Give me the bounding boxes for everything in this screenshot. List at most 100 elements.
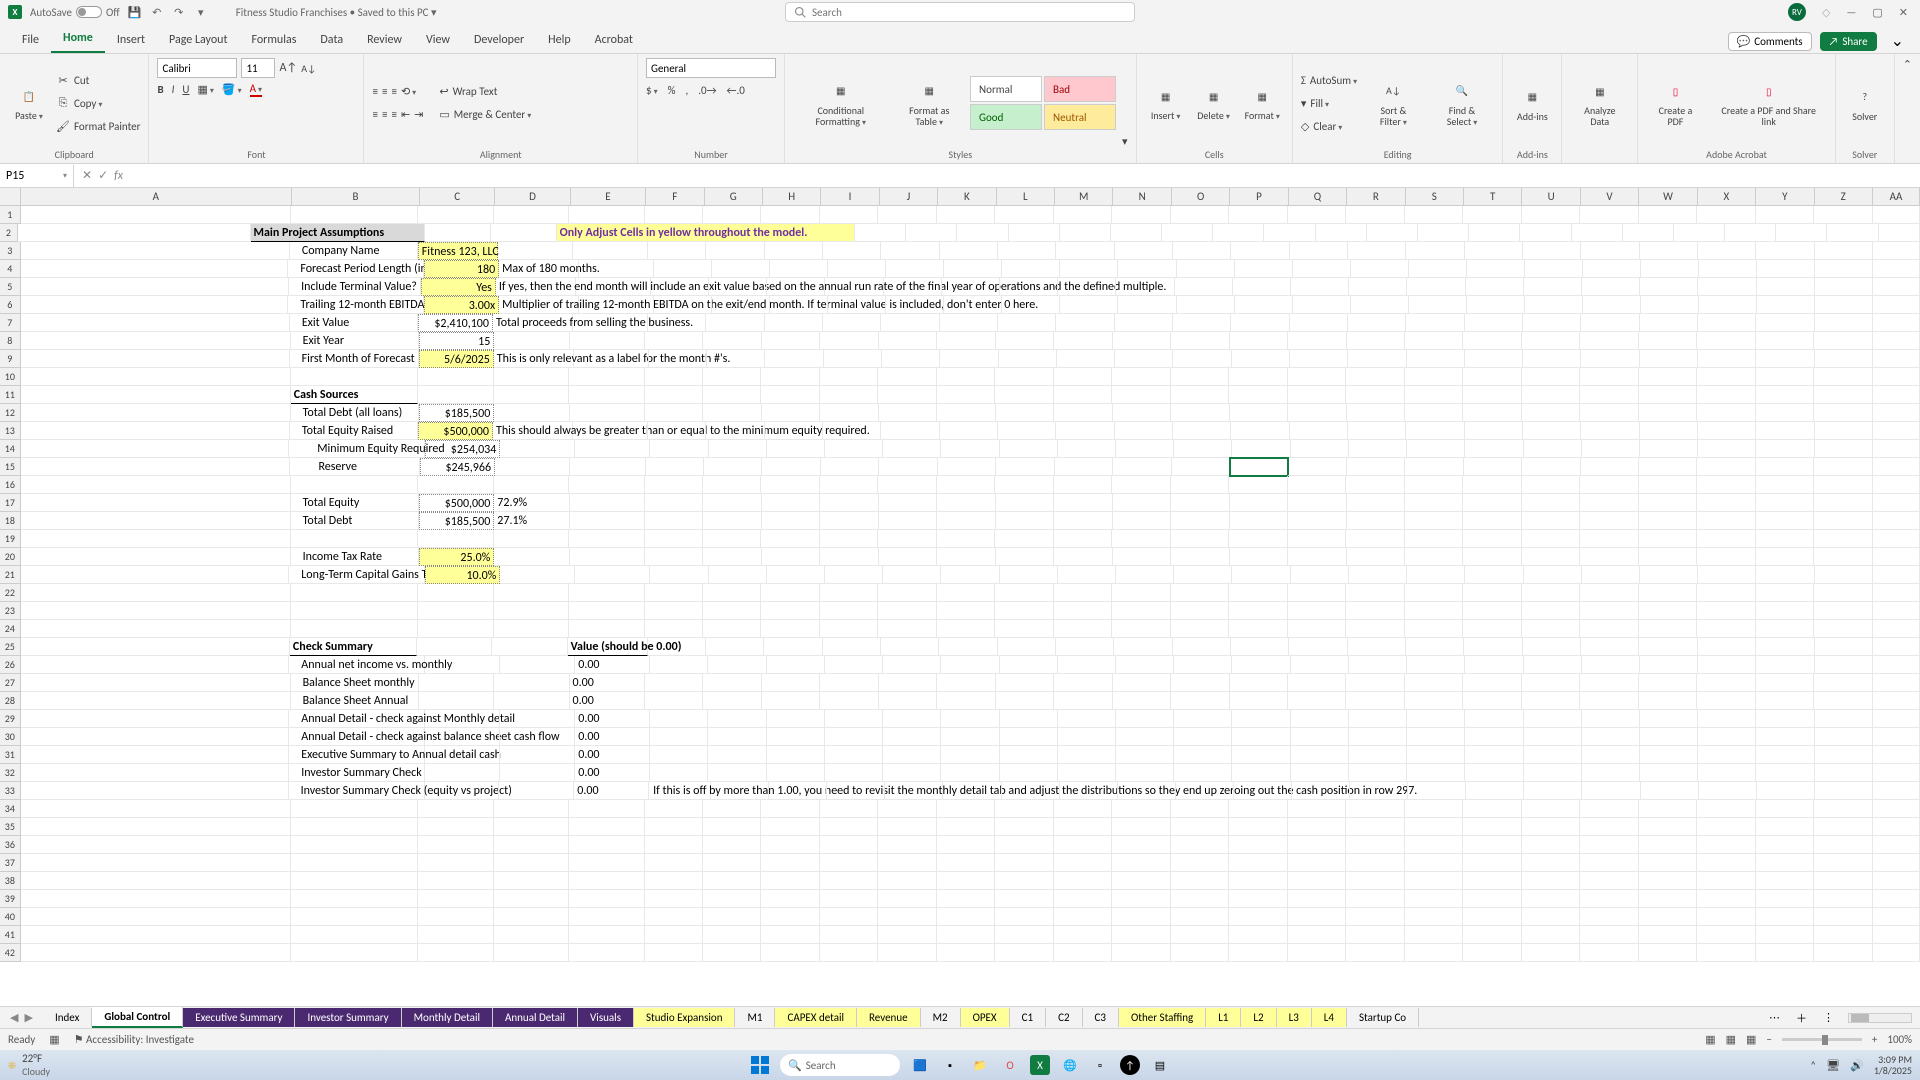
cell-H27[interactable] xyxy=(762,674,820,692)
sheet-tabs-divider[interactable]: ⋮ xyxy=(1817,1011,1840,1024)
cell-C39[interactable] xyxy=(418,890,493,908)
cell-L11[interactable] xyxy=(995,386,1053,404)
align-middle-icon[interactable]: ≡ xyxy=(382,85,387,98)
cell-W13[interactable] xyxy=(1640,422,1698,440)
cell-N36[interactable] xyxy=(1112,836,1170,854)
cell-Y12[interactable] xyxy=(1756,404,1814,422)
cell-X15[interactable] xyxy=(1697,458,1755,476)
cell-T20[interactable] xyxy=(1463,548,1521,566)
zoom-slider[interactable] xyxy=(1782,1038,1862,1041)
cell-Y15[interactable] xyxy=(1756,458,1814,476)
cell-G33[interactable] xyxy=(711,782,769,800)
cell-E14[interactable] xyxy=(575,440,650,458)
cell-W38[interactable] xyxy=(1639,872,1697,890)
cell-B14[interactable]: Minimum Equity Required xyxy=(289,440,425,458)
cell-Q34[interactable] xyxy=(1288,800,1346,818)
cell-H32[interactable] xyxy=(767,764,825,782)
cell-X8[interactable] xyxy=(1697,332,1755,350)
cell-D26[interactable] xyxy=(500,656,575,674)
cell-R2[interactable] xyxy=(1418,224,1469,242)
cell-F2[interactable]: Only Adjust Cells in yellow throughout t… xyxy=(557,224,856,242)
weather-widget[interactable]: ☀ 22°F Cloudy xyxy=(0,1052,50,1078)
cell-I17[interactable] xyxy=(820,494,878,512)
fill-button[interactable]: ▾ Fill xyxy=(1301,93,1357,113)
cell-Q5[interactable] xyxy=(1291,278,1349,296)
file-explorer-icon[interactable]: 📁 xyxy=(970,1055,990,1075)
cell-U22[interactable] xyxy=(1522,584,1580,602)
cell-O35[interactable] xyxy=(1171,818,1229,836)
cell-Z26[interactable] xyxy=(1815,656,1873,674)
cell-G42[interactable] xyxy=(703,944,761,962)
cell-H25[interactable] xyxy=(764,638,822,656)
cell-H31[interactable] xyxy=(767,746,825,764)
cell-L8[interactable] xyxy=(996,332,1054,350)
cell-C38[interactable] xyxy=(418,872,493,890)
cell-Q11[interactable] xyxy=(1288,386,1346,404)
cell-Q3[interactable] xyxy=(1290,242,1348,260)
cell-AA38[interactable] xyxy=(1873,872,1920,890)
cell-H15[interactable] xyxy=(762,458,820,476)
cell-X9[interactable] xyxy=(1698,350,1756,368)
column-header-Q[interactable]: Q xyxy=(1289,188,1347,205)
cell-Q12[interactable] xyxy=(1288,404,1346,422)
cell-M2[interactable] xyxy=(1162,224,1213,242)
cell-N6[interactable] xyxy=(1118,296,1176,314)
cell-V1[interactable] xyxy=(1580,206,1638,224)
cell-X17[interactable] xyxy=(1697,494,1755,512)
cell-D35[interactable] xyxy=(494,818,569,836)
save-icon[interactable]: 💾 xyxy=(128,5,142,19)
cell-I39[interactable] xyxy=(820,890,878,908)
cell-L31[interactable] xyxy=(1000,746,1058,764)
tray-volume-icon[interactable]: 🔊 xyxy=(1850,1059,1864,1072)
cell-K2[interactable] xyxy=(1060,224,1111,242)
cell-J29[interactable] xyxy=(883,710,941,728)
cell-G31[interactable] xyxy=(708,746,766,764)
cell-B40[interactable] xyxy=(291,908,419,926)
cell-T42[interactable] xyxy=(1463,944,1521,962)
cell-G29[interactable] xyxy=(708,710,766,728)
cell-F9[interactable] xyxy=(649,350,707,368)
cell-Q2[interactable] xyxy=(1367,224,1418,242)
cell-K36[interactable] xyxy=(937,836,995,854)
cell-O23[interactable] xyxy=(1171,602,1229,620)
chrome-icon[interactable]: 🌐 xyxy=(1060,1055,1080,1075)
cell-Q33[interactable] xyxy=(1292,782,1350,800)
cell-Q9[interactable] xyxy=(1290,350,1348,368)
column-header-E[interactable]: E xyxy=(571,188,646,205)
cell-AA8[interactable] xyxy=(1873,332,1920,350)
cell-K38[interactable] xyxy=(937,872,995,890)
cell-G36[interactable] xyxy=(703,836,761,854)
cell-P41[interactable] xyxy=(1229,926,1287,944)
cell-D31[interactable] xyxy=(500,746,575,764)
cell-E35[interactable] xyxy=(569,818,644,836)
align-top-icon[interactable]: ≡ xyxy=(372,85,377,98)
cell-E19[interactable] xyxy=(569,530,644,548)
cell-Y3[interactable] xyxy=(1756,242,1814,260)
cell-S38[interactable] xyxy=(1405,872,1463,890)
cell-X26[interactable] xyxy=(1698,656,1756,674)
cell-W8[interactable] xyxy=(1639,332,1697,350)
cell-P13[interactable] xyxy=(1231,422,1289,440)
cell-Q17[interactable] xyxy=(1288,494,1346,512)
cell-W10[interactable] xyxy=(1639,368,1697,386)
cell-D23[interactable] xyxy=(494,602,569,620)
sheet-tab-m1[interactable]: M1 xyxy=(735,1008,775,1027)
cell-L18[interactable] xyxy=(996,512,1054,530)
cell-V37[interactable] xyxy=(1580,854,1638,872)
cell-G4[interactable] xyxy=(712,260,770,278)
cell-Z13[interactable] xyxy=(1815,422,1873,440)
cell-AA28[interactable] xyxy=(1873,692,1920,710)
cell-R8[interactable] xyxy=(1347,332,1405,350)
cell-Z6[interactable] xyxy=(1815,296,1873,314)
cell-L23[interactable] xyxy=(995,602,1053,620)
cell-I28[interactable] xyxy=(820,692,878,710)
cell-P29[interactable] xyxy=(1232,710,1290,728)
cell-Z41[interactable] xyxy=(1814,926,1872,944)
cell-C6[interactable]: 3.00x xyxy=(424,296,499,314)
taskbar-app-4[interactable]: ↑ xyxy=(1120,1055,1140,1075)
cell-Z2[interactable] xyxy=(1827,224,1878,242)
cell-R41[interactable] xyxy=(1346,926,1404,944)
cut-button[interactable]: ✂Cut xyxy=(56,70,140,90)
cell-H29[interactable] xyxy=(767,710,825,728)
column-header-B[interactable]: B xyxy=(292,188,420,205)
